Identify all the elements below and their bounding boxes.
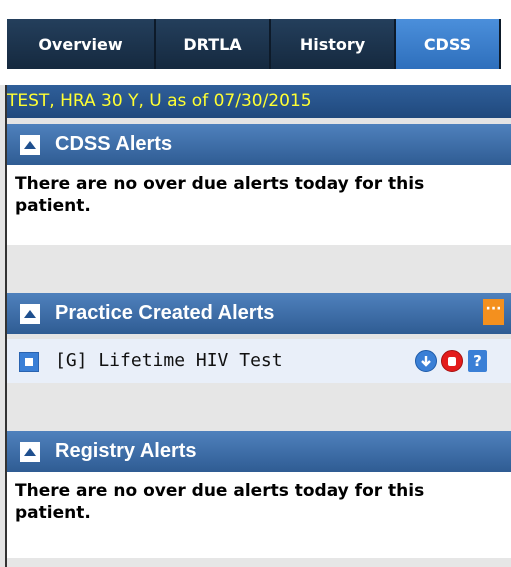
triangle-up-icon (24, 448, 36, 456)
patient-info: TEST, HRA 30 Y, U as of 07/30/2015 (7, 85, 511, 118)
registry-alerts-header[interactable]: Registry Alerts (7, 431, 511, 472)
registry-alerts-body: There are no over due alerts today for t… (7, 472, 511, 558)
tab-drtla[interactable]: DRTLA (156, 19, 271, 69)
spacer (7, 383, 511, 431)
spacer (7, 558, 511, 567)
no-alerts-message: There are no over due alerts today for t… (15, 481, 425, 523)
triangle-up-icon (24, 310, 36, 318)
cdss-panel: Overview DRTLA History CDSS TEST, HRA 30… (0, 0, 511, 567)
select-alert-button[interactable] (19, 352, 39, 372)
no-alerts-message: There are no over due alerts today for t… (15, 174, 425, 216)
section-title: CDSS Alerts (55, 133, 173, 155)
cdss-alerts-header[interactable]: CDSS Alerts (7, 124, 511, 165)
ellipsis-icon[interactable]: ··· (483, 299, 504, 325)
cdss-alerts-body: There are no over due alerts today for t… (7, 165, 511, 245)
download-icon[interactable] (415, 350, 437, 372)
spacer (7, 245, 511, 293)
tab-bar: Overview DRTLA History CDSS (0, 0, 511, 85)
practice-alerts-header[interactable]: Practice Created Alerts (7, 293, 511, 334)
stop-hand-icon[interactable] (441, 350, 463, 372)
collapse-toggle[interactable] (20, 135, 40, 155)
section-title: Registry Alerts (55, 440, 197, 462)
tab-cdss[interactable]: CDSS (396, 19, 501, 69)
section-title: Practice Created Alerts (55, 302, 275, 324)
tab-row: Overview DRTLA History CDSS (7, 19, 501, 69)
collapse-toggle[interactable] (20, 442, 40, 462)
help-icon[interactable]: ? (468, 350, 487, 372)
tab-overview[interactable]: Overview (7, 19, 156, 69)
list-item: [G] Lifetime HIV Test ? (7, 339, 511, 383)
triangle-up-icon (24, 141, 36, 149)
tab-history[interactable]: History (271, 19, 396, 69)
collapse-toggle[interactable] (20, 304, 40, 324)
alert-label: [G] Lifetime HIV Test (55, 350, 283, 371)
